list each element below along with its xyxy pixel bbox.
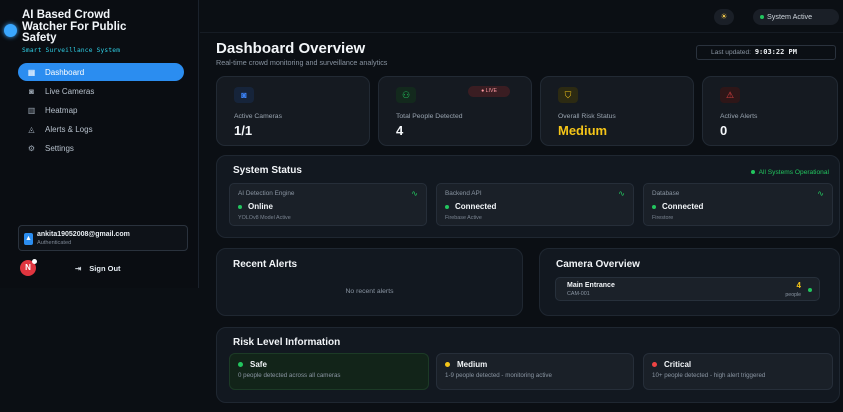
- recent-alerts-panel: Recent Alerts No recent alerts: [216, 248, 523, 316]
- activity-icon: ∿: [411, 189, 418, 198]
- risk-card-medium: Medium 1-9 people detected - monitoring …: [436, 353, 634, 390]
- user-icon: ▲: [24, 233, 33, 245]
- brand-logo-icon: [4, 24, 17, 37]
- camera-overview-panel: Camera Overview Main Entrance CAM-001 4 …: [539, 248, 840, 316]
- sidebar-item-label: Alerts & Logs: [45, 124, 93, 134]
- status-dot-icon: [238, 362, 243, 368]
- sidebar-item-label: Live Cameras: [45, 86, 95, 96]
- notification-dot-icon: [32, 259, 37, 264]
- activity-icon: ∿: [817, 189, 824, 198]
- stat-card-active-alerts: ⚠ Active Alerts 0: [702, 76, 838, 146]
- sidebar-item-label: Dashboard: [45, 67, 85, 77]
- page-title: Dashboard Overview: [216, 40, 366, 57]
- sidebar-item-alerts-logs[interactable]: ◬ Alerts & Logs: [18, 120, 184, 138]
- warning-icon: ⚠: [720, 87, 740, 103]
- users-icon: ⚇: [396, 87, 416, 103]
- sidebar-item-dashboard[interactable]: ▦ Dashboard: [18, 63, 184, 81]
- status-dot-icon: [652, 204, 656, 209]
- theme-toggle-button[interactable]: ☀: [714, 9, 734, 25]
- risk-card-safe: Safe 0 people detected across all camera…: [229, 353, 429, 390]
- stat-card-risk-status: ⛉ Overall Risk Status Medium: [540, 76, 694, 146]
- service-card-backend-api: Backend API ∿ Connected Firebase Active: [436, 183, 634, 226]
- panel-title: Camera Overview: [556, 259, 640, 270]
- user-status: Authenticated: [37, 240, 72, 246]
- sidebar: AI Based Crowd Watcher For Public Safety…: [0, 0, 199, 288]
- top-bar: ☀ System Active: [200, 0, 843, 33]
- camera-item[interactable]: Main Entrance CAM-001 4 people: [555, 277, 820, 301]
- system-status-panel: System Status All Systems Operational AI…: [216, 155, 840, 238]
- status-dot-icon: [760, 15, 764, 19]
- sidebar-item-label: Heatmap: [45, 105, 78, 115]
- gear-icon: ⚙: [27, 143, 36, 153]
- sidebar-item-heatmap[interactable]: ▥ Heatmap: [18, 101, 184, 119]
- page-subtitle: Real-time crowd monitoring and surveilla…: [216, 58, 388, 67]
- status-dot-icon: [445, 204, 449, 209]
- risk-level-panel: Risk Level Information Safe 0 people det…: [216, 327, 840, 403]
- people-count: 4: [796, 281, 801, 290]
- brand-subtitle: Smart Surveillance System: [22, 46, 121, 54]
- status-dot-icon: [652, 362, 657, 368]
- sidebar-item-live-cameras[interactable]: ◙ Live Cameras: [18, 82, 184, 100]
- service-card-ai-engine: AI Detection Engine ∿ Online YOLOv8 Mode…: [229, 183, 427, 226]
- camera-icon: ◙: [29, 86, 34, 96]
- operational-badge: All Systems Operational: [750, 169, 829, 176]
- sun-icon: ☀: [720, 12, 728, 21]
- user-card: ▲ ankita19052008@gmail.com Authenticated: [18, 225, 188, 251]
- status-dot-icon: [238, 204, 242, 209]
- user-email: ankita19052008@gmail.com: [37, 231, 130, 238]
- brand-title: AI Based Crowd Watcher For Public Safety: [22, 9, 127, 44]
- panel-title: Recent Alerts: [233, 259, 298, 270]
- sign-out-button[interactable]: ⇥ Sign Out: [75, 264, 121, 273]
- bell-icon: ◬: [28, 124, 35, 134]
- shield-icon: ⛉: [558, 87, 578, 103]
- panel-title: System Status: [233, 165, 302, 176]
- brand: AI Based Crowd Watcher For Public Safety…: [4, 9, 192, 54]
- live-badge: ● LIVE: [468, 86, 510, 97]
- sidebar-item-settings[interactable]: ⚙ Settings: [18, 139, 184, 157]
- status-dot-icon: [808, 288, 812, 292]
- status-dot-icon: [750, 170, 755, 175]
- risk-card-critical: Critical 10+ people detected - high aler…: [643, 353, 833, 390]
- panel-title: Risk Level Information: [233, 337, 341, 348]
- camera-icon: ◙: [234, 87, 254, 103]
- empty-state: No recent alerts: [345, 288, 394, 295]
- grid-icon: ▦: [27, 67, 36, 77]
- activity-icon: ∿: [618, 189, 625, 198]
- map-icon: ▥: [27, 105, 36, 115]
- logout-icon: ⇥: [75, 264, 82, 273]
- system-active-badge: System Active: [753, 9, 839, 25]
- sidebar-nav: ▦ Dashboard ◙ Live Cameras ▥ Heatmap ◬ A…: [18, 63, 184, 158]
- avatar[interactable]: N: [20, 259, 37, 276]
- last-updated: Last updated: 9:03:22 PM: [696, 45, 836, 60]
- stat-card-active-cameras: ◙ Active Cameras 1/1: [216, 76, 370, 146]
- status-dot-icon: [445, 362, 450, 368]
- stat-card-total-people: ⚇ ● LIVE Total People Detected 4: [378, 76, 532, 146]
- service-card-database: Database ∿ Connected Firestore: [643, 183, 833, 226]
- sidebar-item-label: Settings: [45, 143, 74, 153]
